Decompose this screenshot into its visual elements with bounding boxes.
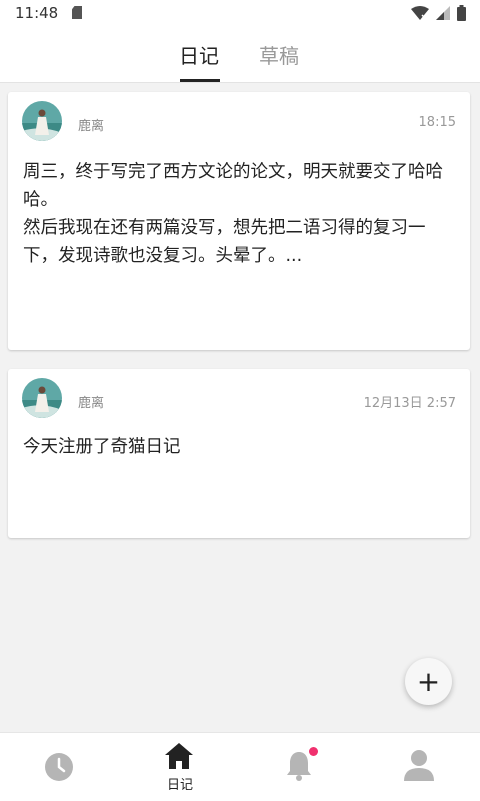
nav-item-profile[interactable] <box>360 733 480 801</box>
add-entry-button[interactable]: + <box>405 658 452 705</box>
nav-item-notifications[interactable] <box>240 733 360 801</box>
entry-content: 周三，终于写完了西方文论的论文，明天就要交了哈哈哈。 然后我现在还有两篇没写，想… <box>23 158 456 270</box>
top-tab-bar: 日记 草稿 <box>0 26 480 83</box>
tab-drafts[interactable]: 草稿 <box>259 40 299 69</box>
avatar[interactable] <box>22 101 62 141</box>
entry-text: 周三，终于写完了西方文论的论文，明天就要交了哈哈哈。 然后我现在还有两篇没写，想… <box>23 162 443 266</box>
plus-icon: + <box>416 665 441 698</box>
entry-time: 12月13日 2:57 <box>363 396 456 411</box>
active-tab-indicator <box>180 79 220 82</box>
status-icons <box>411 5 466 21</box>
author-name: 鹿离 <box>78 119 105 134</box>
entry-content: 今天注册了奇猫日记 <box>23 433 456 461</box>
nav-label-diary: 日记 <box>166 778 193 793</box>
wifi-icon <box>411 6 429 20</box>
diary-entry-card[interactable]: 鹿离 18:15 周三，终于写完了西方文论的论文，明天就要交了哈哈哈。 然后我现… <box>8 92 470 350</box>
signal-icon <box>436 6 450 20</box>
notification-badge <box>309 747 318 756</box>
home-icon <box>164 742 194 774</box>
sd-card-icon <box>72 6 82 19</box>
entry-time: 18:15 <box>418 115 456 130</box>
bell-icon <box>286 750 312 786</box>
person-icon <box>404 749 434 785</box>
clock-icon <box>44 752 74 786</box>
nav-item-history[interactable] <box>0 733 120 801</box>
entry-text: 今天注册了奇猫日记 <box>23 437 181 457</box>
status-time: 11:48 <box>15 4 59 22</box>
status-bar: 11:48 <box>0 0 480 26</box>
nav-item-diary[interactable]: 日记 <box>120 733 240 801</box>
battery-icon <box>457 5 466 21</box>
avatar[interactable] <box>22 378 62 418</box>
diary-entry-card[interactable]: 鹿离 12月13日 2:57 今天注册了奇猫日记 <box>8 369 470 538</box>
bottom-nav: 日记 <box>0 732 480 801</box>
tab-diary[interactable]: 日记 <box>179 40 219 69</box>
author-name: 鹿离 <box>78 396 105 411</box>
